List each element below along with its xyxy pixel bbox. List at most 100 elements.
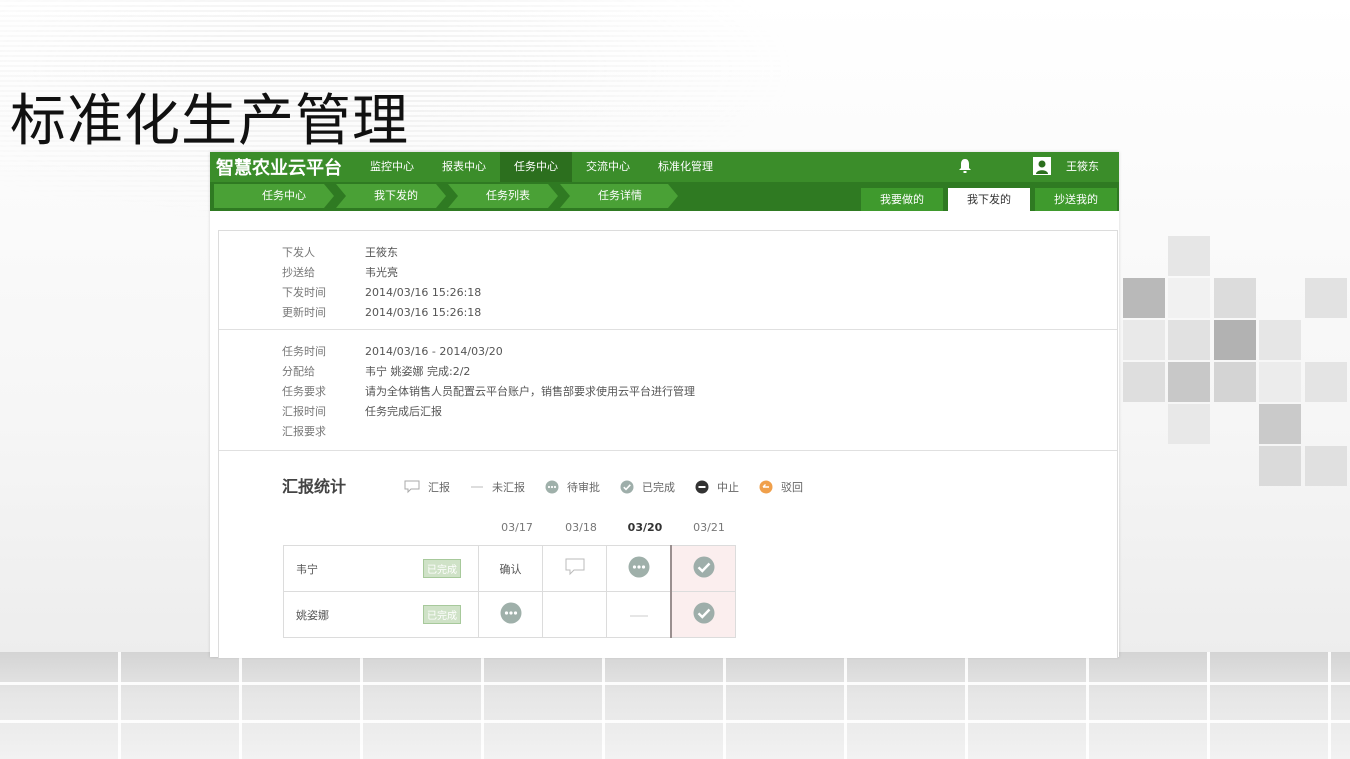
status-badge: 已完成 <box>423 559 461 578</box>
legend-label: 汇报 <box>428 481 450 494</box>
nav-tasks[interactable]: 任务中心 <box>500 152 572 182</box>
assignee-name: 韦宁 <box>283 545 406 592</box>
field-label: 分配给 <box>282 365 315 378</box>
task-info-section: 任务时间 2014/03/16 - 2014/03/20 分配给 韦宁 姚姿娜 完成… <box>219 330 1117 451</box>
nav-reports[interactable]: 报表中心 <box>428 152 500 182</box>
legend-label: 驳回 <box>781 481 803 494</box>
status-legend: 汇报 未汇报 待审批 已完成 中止 驳回 <box>404 479 823 495</box>
deco-tile <box>1214 278 1256 318</box>
field-label: 下发时间 <box>282 286 326 299</box>
user-name[interactable]: 王筱东 <box>1066 152 1099 182</box>
table-row: 姚姿娜 已完成 <box>283 591 736 638</box>
report-cell[interactable] <box>670 591 736 638</box>
report-cell[interactable] <box>542 545 607 592</box>
dash-icon <box>629 615 648 617</box>
deco-tile <box>1259 446 1301 486</box>
reject-icon <box>759 480 773 494</box>
tab-cc-to-me[interactable]: 抄送我的 <box>1035 188 1117 211</box>
breadcrumb-task-list[interactable]: 任务列表 <box>448 184 558 208</box>
report-cell[interactable] <box>478 591 543 638</box>
field-value: 韦宁 姚姿娜 完成:2/2 <box>365 365 471 378</box>
stop-icon <box>695 480 709 494</box>
breadcrumb: 任务中心 我下发的 任务列表 任务详情 <box>214 184 680 208</box>
assignee-name: 姚姿娜 <box>283 591 406 638</box>
deco-tile <box>1168 236 1210 276</box>
field-label: 下发人 <box>282 246 315 259</box>
assignee-status-cell: 已完成 <box>406 545 479 592</box>
field-label: 汇报时间 <box>282 405 326 418</box>
report-cell[interactable] <box>606 591 672 638</box>
app-logo[interactable]: 智慧农业云平台 <box>210 154 356 180</box>
nav-monitoring[interactable]: 监控中心 <box>356 152 428 182</box>
deco-tile <box>1214 320 1256 360</box>
legend-item: 未汇报 <box>470 479 525 495</box>
comment-icon <box>565 558 584 576</box>
legend-item: 汇报 <box>404 479 450 495</box>
report-cell[interactable] <box>670 545 736 592</box>
deco-tile <box>1168 278 1210 318</box>
check-icon <box>693 602 714 624</box>
main-nav: 监控中心 报表中心 任务中心 交流中心 标准化管理 <box>356 152 727 182</box>
field-value: 王筱东 <box>365 246 398 259</box>
app-window: 智慧农业云平台 监控中心 报表中心 任务中心 交流中心 标准化管理 王筱东 任务… <box>210 152 1119 658</box>
field-label: 任务要求 <box>282 385 326 398</box>
report-cell[interactable]: 确认 <box>478 545 543 592</box>
legend-label: 已完成 <box>642 481 675 494</box>
field-value: 韦光亮 <box>365 266 398 279</box>
nav-exchange[interactable]: 交流中心 <box>572 152 644 182</box>
legend-label: 待审批 <box>567 481 600 494</box>
top-navbar: 智慧农业云平台 监控中心 报表中心 任务中心 交流中心 标准化管理 王筱东 <box>210 152 1119 182</box>
task-detail-panel: 下发人 王筱东 抄送给 韦光亮 下发时间 2014/03/16 15:26:18 更新… <box>218 230 1118 658</box>
legend-item: 待审批 <box>545 479 600 495</box>
report-cell[interactable] <box>542 591 607 638</box>
field-value: 2014/03/16 15:26:18 <box>365 286 482 299</box>
field-label: 抄送给 <box>282 266 315 279</box>
legend-item: 中止 <box>695 479 739 495</box>
assignee-status-cell: 已完成 <box>406 591 479 638</box>
deco-tile <box>1168 362 1210 402</box>
background-floor <box>0 652 1350 759</box>
date-label: 03/18 <box>565 521 597 534</box>
report-grid: 韦宁 已完成 确认 姚姿娜 已完成 <box>283 545 736 638</box>
sub-navbar: 任务中心 我下发的 任务列表 任务详情 我要做的 我下发的 抄送我的 <box>210 182 1119 211</box>
field-value: 任务完成后汇报 <box>365 405 442 418</box>
dash-icon <box>471 486 483 488</box>
user-avatar-icon[interactable] <box>1033 157 1051 175</box>
field-value: 请为全体销售人员配置云平台账户，销售部要求使用云平台进行管理 <box>365 385 695 398</box>
deco-tile <box>1305 446 1347 486</box>
date-label: 03/17 <box>501 521 533 534</box>
deco-tile <box>1305 278 1347 318</box>
field-value: 2014/03/16 - 2014/03/20 <box>365 345 503 358</box>
deco-tile <box>1214 362 1256 402</box>
tab-issued-by-me[interactable]: 我下发的 <box>948 188 1030 211</box>
issuer-info-section: 下发人 王筱东 抄送给 韦光亮 下发时间 2014/03/16 15:26:18 更新… <box>219 231 1117 330</box>
pending-icon <box>500 602 521 624</box>
report-stats-title: 汇报统计 <box>282 477 347 496</box>
date-label-current: 03/20 <box>627 521 663 534</box>
deco-tile <box>1123 320 1165 360</box>
deco-tile <box>1168 404 1210 444</box>
deco-tile <box>1123 278 1165 318</box>
bell-icon[interactable] <box>958 158 972 174</box>
field-label: 汇报要求 <box>282 425 326 438</box>
field-label: 更新时间 <box>282 306 326 319</box>
legend-label: 未汇报 <box>492 481 525 494</box>
legend-label: 中止 <box>717 481 739 494</box>
breadcrumb-task-detail[interactable]: 任务详情 <box>560 184 678 208</box>
legend-item: 已完成 <box>620 479 675 495</box>
date-label: 03/21 <box>693 521 725 534</box>
table-row: 韦宁 已完成 确认 <box>283 545 736 592</box>
breadcrumb-task-center[interactable]: 任务中心 <box>214 184 334 208</box>
nav-standardization[interactable]: 标准化管理 <box>644 152 727 182</box>
pending-icon <box>628 556 649 578</box>
status-badge: 已完成 <box>423 605 461 624</box>
deco-tile <box>1259 320 1301 360</box>
breadcrumb-issued[interactable]: 我下发的 <box>336 184 446 208</box>
check-icon <box>693 556 714 578</box>
report-cell[interactable] <box>606 545 672 592</box>
tab-my-todo[interactable]: 我要做的 <box>861 188 943 211</box>
field-value: 2014/03/16 15:26:18 <box>365 306 482 319</box>
deco-tile <box>1123 362 1165 402</box>
date-header: 03/17 03/18 03/20 03/21 <box>485 521 741 534</box>
check-icon <box>620 480 634 494</box>
